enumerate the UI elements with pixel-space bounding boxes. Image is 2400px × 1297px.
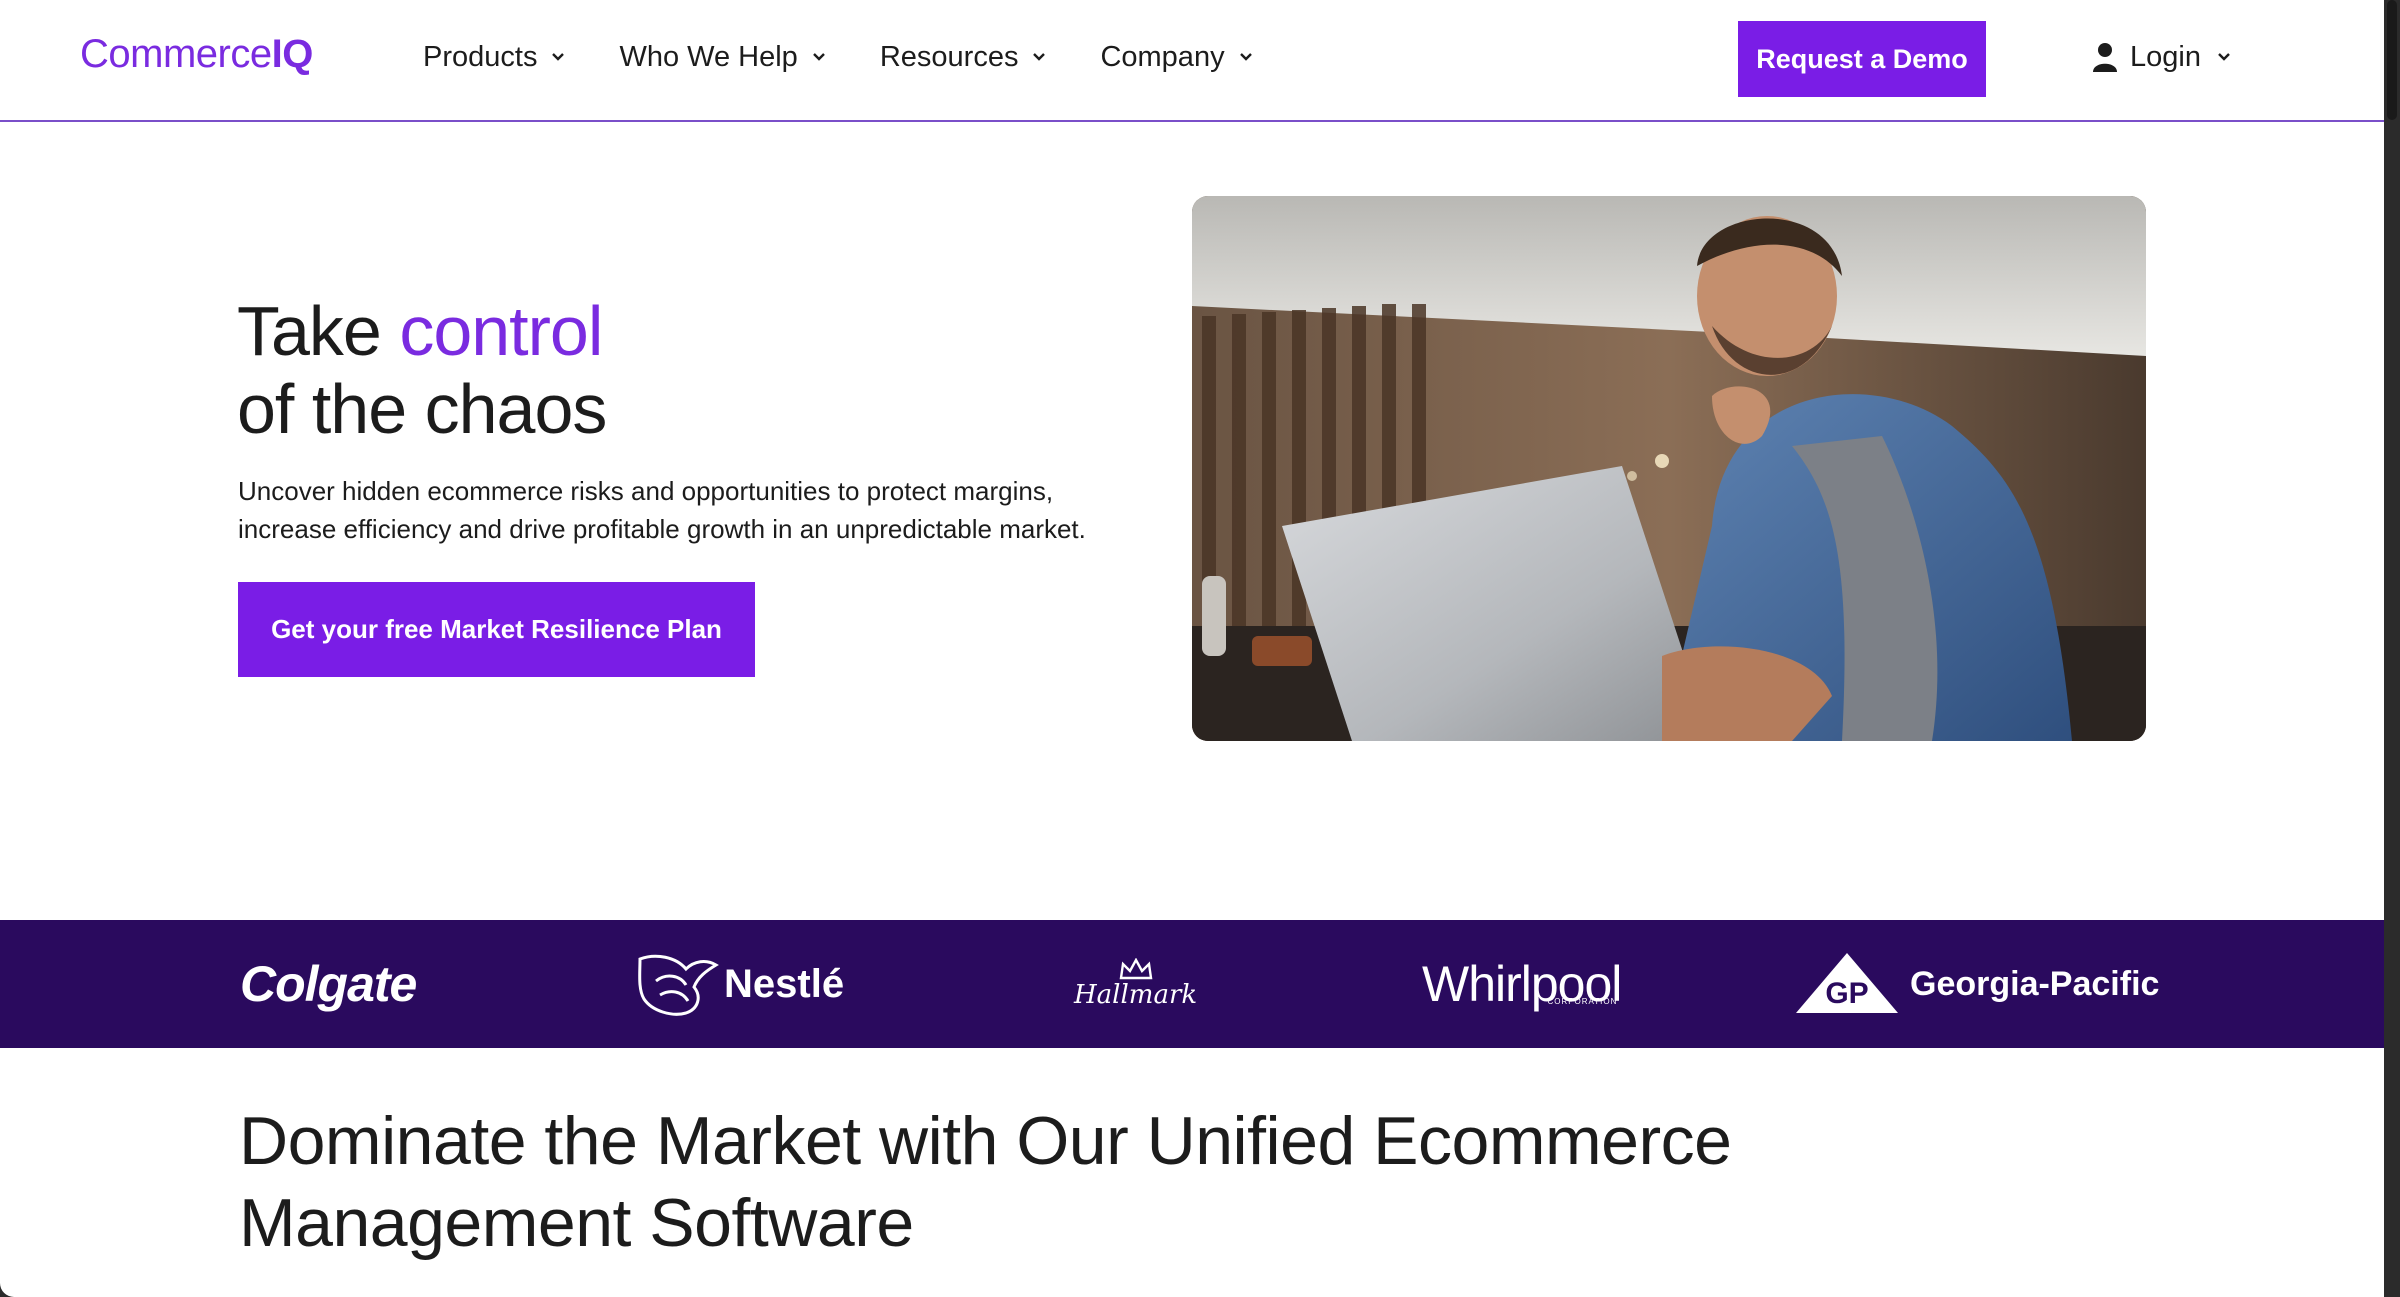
hero-title-word: Take	[237, 292, 400, 370]
nav-label: Products	[423, 40, 538, 73]
hero-photo-illustration	[1192, 196, 2146, 741]
request-demo-button[interactable]: Request a Demo	[1738, 21, 1986, 97]
gp-badge-text: GP	[1825, 977, 1868, 1010]
logo-text: Commerce	[80, 32, 272, 76]
nav-item-products[interactable]: Products	[423, 41, 565, 74]
chevron-down-icon	[1033, 53, 1046, 61]
hero-title-line2: of the chaos	[237, 370, 607, 448]
customer-logos-band: Colgate Nestlé Hallmark Whirlpool CORPOR…	[0, 920, 2384, 1048]
main-nav: Products Who We Help Resources Company	[423, 30, 1307, 84]
page-scrollbar[interactable]	[2384, 0, 2400, 1297]
login-label: Login	[2130, 40, 2201, 73]
nav-label: Company	[1100, 40, 1225, 73]
logo-wordmark: Colgate	[240, 956, 417, 1012]
site-header: CommerceIQ Products Who We Help Resource…	[0, 0, 2384, 122]
logo-text-bold: IQ	[271, 32, 314, 76]
nav-label: Resources	[879, 40, 1019, 73]
scrollbar-thumb[interactable]	[2387, 0, 2397, 120]
colgate-logo: Colgate	[240, 920, 417, 1048]
market-resilience-plan-button[interactable]: Get your free Market Resilience Plan	[238, 582, 755, 677]
hallmark-logo: Hallmark	[1074, 920, 1197, 1048]
logo-wordmark: Nestlé	[724, 961, 845, 1006]
nav-item-resources[interactable]: Resources	[880, 41, 1047, 74]
page: CommerceIQ Products Who We Help Resource…	[0, 0, 2384, 1297]
login-menu[interactable]: Login	[2092, 30, 2231, 84]
nav-item-who-we-help[interactable]: Who We Help	[619, 41, 825, 74]
hero-description: Uncover hidden ecommerce risks and oppor…	[238, 476, 1086, 544]
nav-label: Who We Help	[619, 40, 798, 73]
georgia-pacific-logo: GP Georgia-Pacific	[1794, 920, 2159, 1048]
chevron-down-icon	[552, 53, 565, 61]
crown-icon	[1119, 958, 1152, 980]
chevron-down-icon	[812, 53, 825, 61]
section-title: Dominate the Market with Our Unified Eco…	[239, 1103, 1732, 1261]
logo-wordmark: Georgia-Pacific	[1910, 964, 2160, 1003]
user-icon	[2093, 43, 2117, 72]
logo-subtext: CORPORATION	[1547, 997, 1618, 1006]
gp-triangle-icon: GP	[1796, 953, 1898, 1013]
chevron-down-icon	[2218, 53, 2230, 61]
hero-photo-man-with-laptop	[1192, 196, 2146, 741]
commerceiq-logo[interactable]: CommerceIQ	[80, 28, 313, 80]
nav-item-company[interactable]: Company	[1100, 41, 1252, 74]
nestle-logo: Nestlé	[636, 920, 844, 1048]
whirlpool-logo: Whirlpool CORPORATION	[1422, 920, 1622, 1048]
nest-birds-icon	[638, 954, 719, 1016]
hero-title-accent: control	[399, 292, 603, 370]
chevron-down-icon	[1239, 53, 1252, 61]
logo-wordmark: Hallmark	[1074, 980, 1198, 1010]
hero-title: Take control of the chaos	[237, 292, 607, 448]
